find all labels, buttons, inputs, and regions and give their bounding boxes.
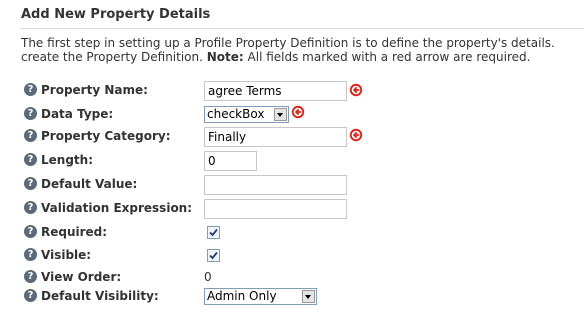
default-visibility-select[interactable]: Admin Only (204, 288, 317, 305)
chevron-down-icon[interactable] (274, 108, 287, 121)
section-title: Add New Property Details (21, 7, 211, 22)
required-arrow-icon (291, 105, 305, 119)
row-property-name: ? Property Name: agree Terms (24, 80, 584, 101)
visible-checkbox[interactable] (207, 249, 220, 262)
intro-line-2: create the Property Definition. Note: Al… (21, 50, 584, 64)
row-default-visibility: ? Default Visibility: Admin Only (24, 286, 584, 306)
length-input[interactable]: 0 (204, 151, 257, 171)
property-category-label: Property Category: (41, 129, 171, 143)
default-visibility-label: Default Visibility: (41, 289, 159, 303)
intro-line-1: The first step in setting up a Profile P… (21, 36, 555, 50)
required-arrow-icon (349, 83, 363, 97)
property-name-input[interactable]: agree Terms (204, 81, 347, 101)
property-details-panel: Add New Property Details The first step … (0, 0, 584, 322)
view-order-label: View Order: (41, 270, 122, 284)
checkmark-icon (209, 251, 218, 260)
visible-label: Visible: (41, 248, 92, 262)
default-value-label: Default Value: (41, 177, 138, 191)
row-visible: ? Visible: (24, 245, 584, 265)
title-divider (20, 28, 584, 29)
required-arrow-icon (349, 128, 363, 142)
intro-text: The first step in setting up a Profile P… (21, 36, 584, 64)
row-required: ? Required: (24, 222, 584, 242)
help-icon[interactable]: ? (24, 248, 37, 261)
help-icon[interactable]: ? (24, 83, 37, 96)
help-icon[interactable]: ? (24, 225, 37, 238)
required-checkbox[interactable] (207, 226, 220, 239)
intro-line-2-start: create the Property Definition. (21, 50, 207, 64)
intro-line-2-end: All fields marked with a red arrow are r… (243, 50, 531, 64)
row-validation-expression: ? Validation Expression: (24, 198, 584, 219)
chevron-down-icon[interactable] (302, 290, 315, 303)
checkmark-icon (209, 228, 218, 237)
validation-expression-label: Validation Expression: (41, 201, 193, 215)
validation-expression-input[interactable] (204, 199, 347, 219)
help-icon[interactable]: ? (24, 107, 37, 120)
row-length: ? Length: 0 (24, 150, 584, 171)
required-label: Required: (41, 225, 108, 239)
help-icon[interactable]: ? (24, 270, 37, 283)
length-label: Length: (41, 153, 93, 167)
default-value-input[interactable] (204, 175, 347, 195)
help-icon[interactable]: ? (24, 177, 37, 190)
row-default-value: ? Default Value: (24, 174, 584, 195)
property-category-input[interactable]: Finally (204, 127, 347, 147)
help-icon[interactable]: ? (24, 129, 37, 142)
default-visibility-selected: Admin Only (207, 289, 277, 303)
row-property-category: ? Property Category: Finally (24, 126, 584, 147)
data-type-selected: checkBox (207, 107, 265, 121)
help-icon[interactable]: ? (24, 289, 37, 302)
row-data-type: ? Data Type: checkBox (24, 104, 584, 124)
data-type-label: Data Type: (41, 107, 114, 121)
intro-note-label: Note: (206, 50, 244, 64)
row-view-order: ? View Order: 0 (24, 267, 584, 287)
property-name-label: Property Name: (41, 83, 148, 97)
data-type-select[interactable]: checkBox (204, 106, 289, 123)
view-order-value: 0 (204, 270, 212, 284)
help-icon[interactable]: ? (24, 153, 37, 166)
help-icon[interactable]: ? (24, 201, 37, 214)
